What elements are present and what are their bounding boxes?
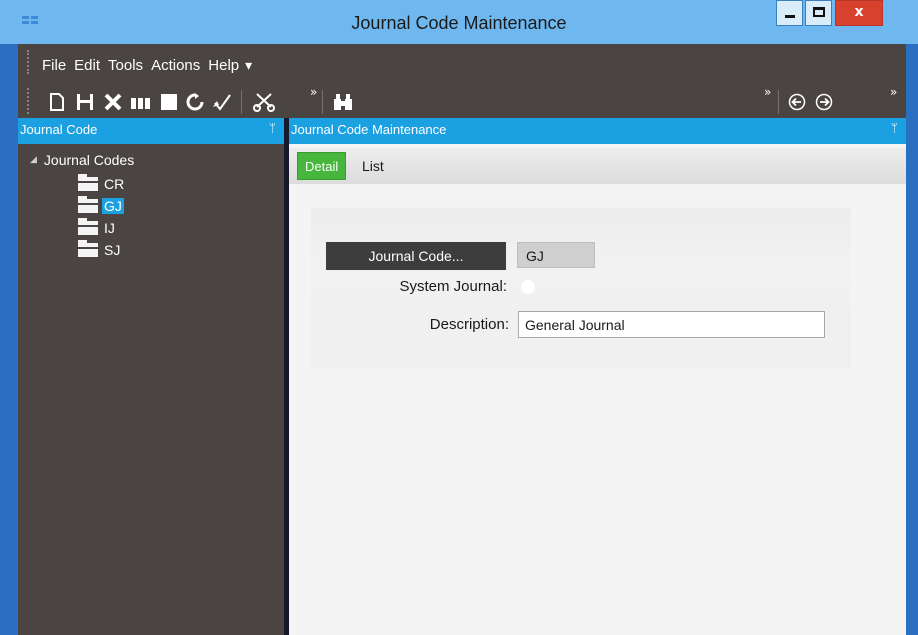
folder-icon [78,174,98,191]
spelling-icon[interactable] [211,92,233,112]
minimize-icon [785,15,795,18]
description-label: Description: [429,316,509,333]
menu-overflow-icon[interactable]: ▾ [245,57,252,74]
new-icon[interactable] [48,92,66,112]
tree-node-label-selected: GJ [102,198,124,214]
window-frame-left [0,44,18,635]
tree-root[interactable]: ◢ Journal Codes [30,152,134,168]
window-frame-right [906,44,918,635]
tree-node-label: SJ [104,242,121,258]
left-pane-header: Journal Code ᛘ [18,118,284,142]
close-icon: x [854,4,864,20]
clear-icon[interactable] [158,92,180,112]
system-journal-label: System Journal: [399,278,507,295]
cut-icon[interactable] [252,92,276,112]
journal-code-field[interactable]: GJ [517,242,595,268]
tree-node-sj[interactable]: SJ [78,240,122,260]
menu-toolbar-band: File Edit Tools Actions Help ▾ » » » [18,44,906,118]
folder-icon [78,196,98,213]
left-pane-title: Journal Code [20,122,98,137]
right-pane-header: Journal Code Maintenance ᛘ [289,118,906,142]
forward-icon[interactable] [813,92,835,112]
tree-node-ij[interactable]: IJ [78,218,117,238]
menu-actions[interactable]: Actions [151,57,200,74]
maximize-button[interactable] [805,0,832,26]
menu-bar: File Edit Tools Actions Help ▾ [42,57,252,74]
maximize-icon [813,7,825,17]
menu-grip[interactable] [27,50,30,74]
toolbar-separator [778,90,779,114]
toolbar-separator [322,90,323,114]
pin-icon[interactable]: ᛘ [269,121,276,135]
close-button[interactable]: x [835,0,883,26]
right-pane-underline [289,142,906,144]
tree-root-label: Journal Codes [43,152,135,168]
expand-arrow-icon[interactable]: ◢ [30,155,37,165]
right-pane-title: Journal Code Maintenance [291,122,447,137]
tab-strip: Detail List [289,148,906,184]
minimize-button[interactable] [776,0,803,26]
save-icon[interactable] [74,92,96,112]
toolbar-grip[interactable] [27,88,30,114]
refresh-icon[interactable] [184,92,206,112]
back-icon[interactable] [786,92,808,112]
tree-node-cr[interactable]: CR [78,174,126,194]
left-pane-underline [18,142,284,144]
menu-tools[interactable]: Tools [108,57,143,74]
menu-file[interactable]: File [42,57,66,74]
delete-icon[interactable] [102,92,124,112]
toolbar-overflow-icon[interactable]: » [764,86,771,98]
toolbar-overflow-icon[interactable]: » [890,86,897,98]
toolbar-overflow-icon[interactable]: » [310,86,317,98]
tab-detail[interactable]: Detail [297,152,347,180]
tree-node-label: IJ [104,220,115,236]
menu-help[interactable]: Help [208,57,239,74]
description-field[interactable] [518,311,825,338]
journal-code-tree-pane: Journal Code ᛘ ◢ Journal Codes CR GJ IJ [18,118,284,635]
system-journal-checkbox[interactable] [521,280,535,294]
journal-code-maintenance-pane: Journal Code Maintenance ᛘ Detail List J… [289,118,906,635]
pin-icon[interactable]: ᛘ [891,121,898,135]
tree-node-label: CR [104,176,125,192]
tab-list[interactable]: List [355,152,391,180]
journal-code-lookup-button[interactable]: Journal Code... [326,242,506,270]
folder-icon [78,218,98,235]
folder-icon [78,240,98,257]
menu-edit[interactable]: Edit [74,57,100,74]
search-icon[interactable] [332,92,354,112]
app-window: Journal Code Maintenance x File Edit Too… [0,0,918,635]
tree-node-gj[interactable]: GJ [78,196,124,216]
title-bar[interactable]: Journal Code Maintenance x [0,0,918,44]
toolbar-separator [241,90,242,114]
attach-icon[interactable] [130,92,152,112]
